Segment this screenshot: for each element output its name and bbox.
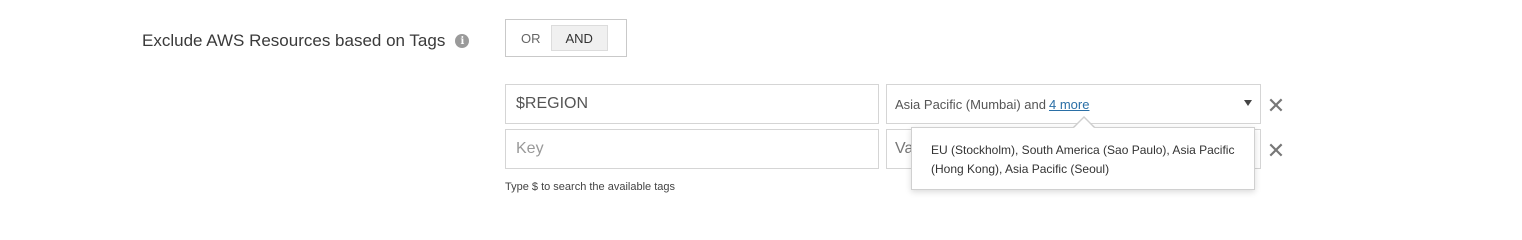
- remove-row-2-close-icon[interactable]: ✕: [1266, 140, 1286, 162]
- tag-search-hint: Type $ to search the available tags: [505, 181, 675, 193]
- tag-key-field-1: [505, 84, 879, 124]
- tooltip-text: EU (Stockholm), South America (Sao Paulo…: [931, 143, 1235, 176]
- remove-row-1-close-icon[interactable]: ✕: [1266, 95, 1286, 117]
- info-icon[interactable]: i: [455, 34, 470, 48]
- tag-key-field-2: [505, 129, 879, 169]
- tooltip-arrow-fill: [1074, 118, 1094, 128]
- chevron-down-icon[interactable]: [1244, 100, 1252, 106]
- toggle-or[interactable]: OR: [511, 25, 551, 51]
- tag-filter-section: Exclude AWS Resources based on Tags i OR…: [0, 0, 1522, 213]
- logic-toggle: OR AND: [505, 19, 627, 57]
- more-values-link[interactable]: 4 more: [1049, 97, 1089, 112]
- filter-row-label: Exclude AWS Resources based on Tags i: [142, 31, 470, 51]
- tag-value-text-1: Asia Pacific (Mumbai) and: [895, 96, 1046, 112]
- toggle-and[interactable]: AND: [550, 25, 608, 51]
- more-values-tooltip: EU (Stockholm), South America (Sao Paulo…: [911, 127, 1255, 190]
- filter-label-text: Exclude AWS Resources based on Tags: [142, 31, 446, 50]
- tag-key-input-1[interactable]: [514, 94, 870, 114]
- tag-key-input-2[interactable]: [514, 139, 870, 159]
